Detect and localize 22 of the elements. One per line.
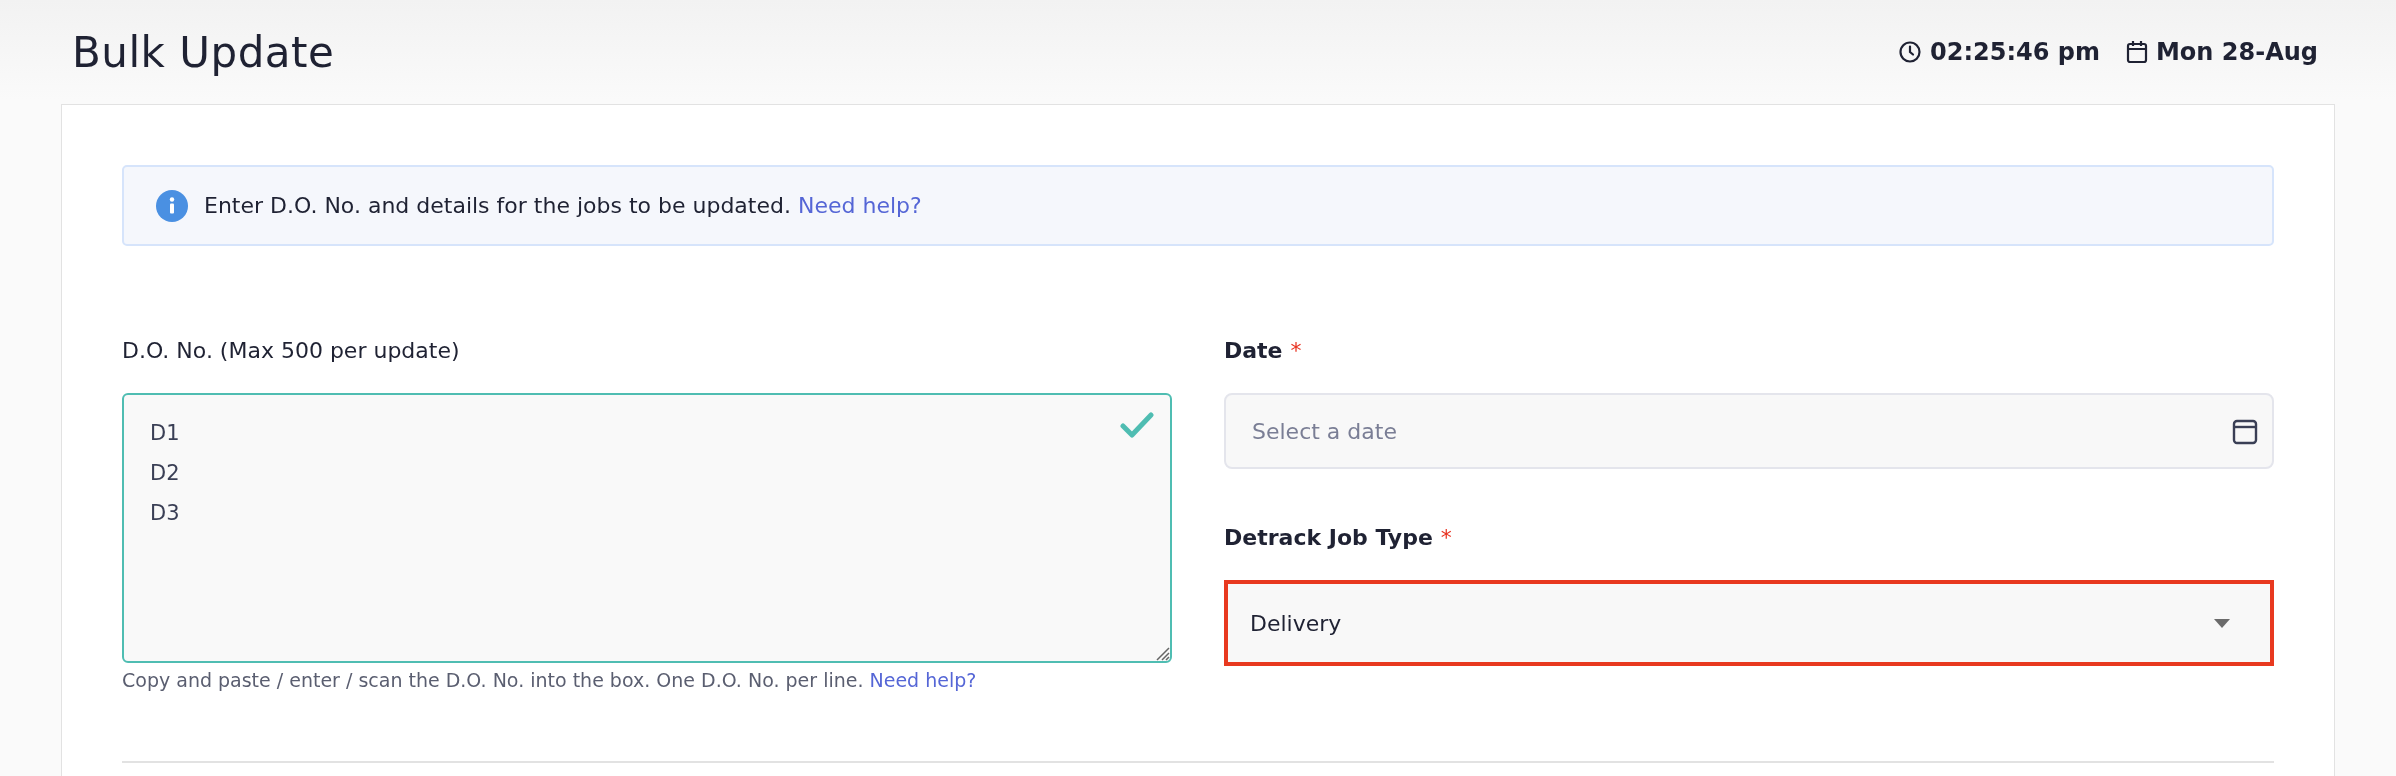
required-asterisk: * xyxy=(1290,338,1302,363)
field-label: D.O. No. (Max 500 per update) xyxy=(122,338,460,363)
calendar-icon xyxy=(2126,40,2148,64)
date-field[interactable]: Select a date xyxy=(1224,393,2274,469)
calendar-icon[interactable] xyxy=(2232,417,2258,445)
page-title: Bulk Update xyxy=(72,27,335,77)
clock-icon xyxy=(1898,40,1923,64)
resize-handle-icon[interactable] xyxy=(1154,645,1170,661)
caret-icon xyxy=(2214,618,2230,628)
hint-text: Copy and paste / enter / scan the D.O. No. into the box. One D.O. No. per line. Need help? xyxy=(122,669,978,691)
help-link[interactable]: Need help? xyxy=(797,193,922,218)
required-asterisk: * xyxy=(1440,525,1452,550)
field-label: Detrack Job Type xyxy=(1224,525,1433,550)
current-time: 02:25:46 pm xyxy=(1930,38,2100,66)
check-icon xyxy=(1120,411,1154,439)
info-icon xyxy=(156,189,188,222)
job-type-dropdown[interactable]: Delivery xyxy=(1224,580,2274,666)
info-message: Enter D.O. No. and details for the jobs to be updated. Need help? xyxy=(204,193,922,218)
do-number-field[interactable]: D1 D2 D3 xyxy=(122,393,1172,663)
help-link[interactable]: Need help? xyxy=(869,669,977,691)
current-date: Mon 28-Aug xyxy=(2156,38,2318,66)
field-label: Date xyxy=(1224,338,1283,363)
